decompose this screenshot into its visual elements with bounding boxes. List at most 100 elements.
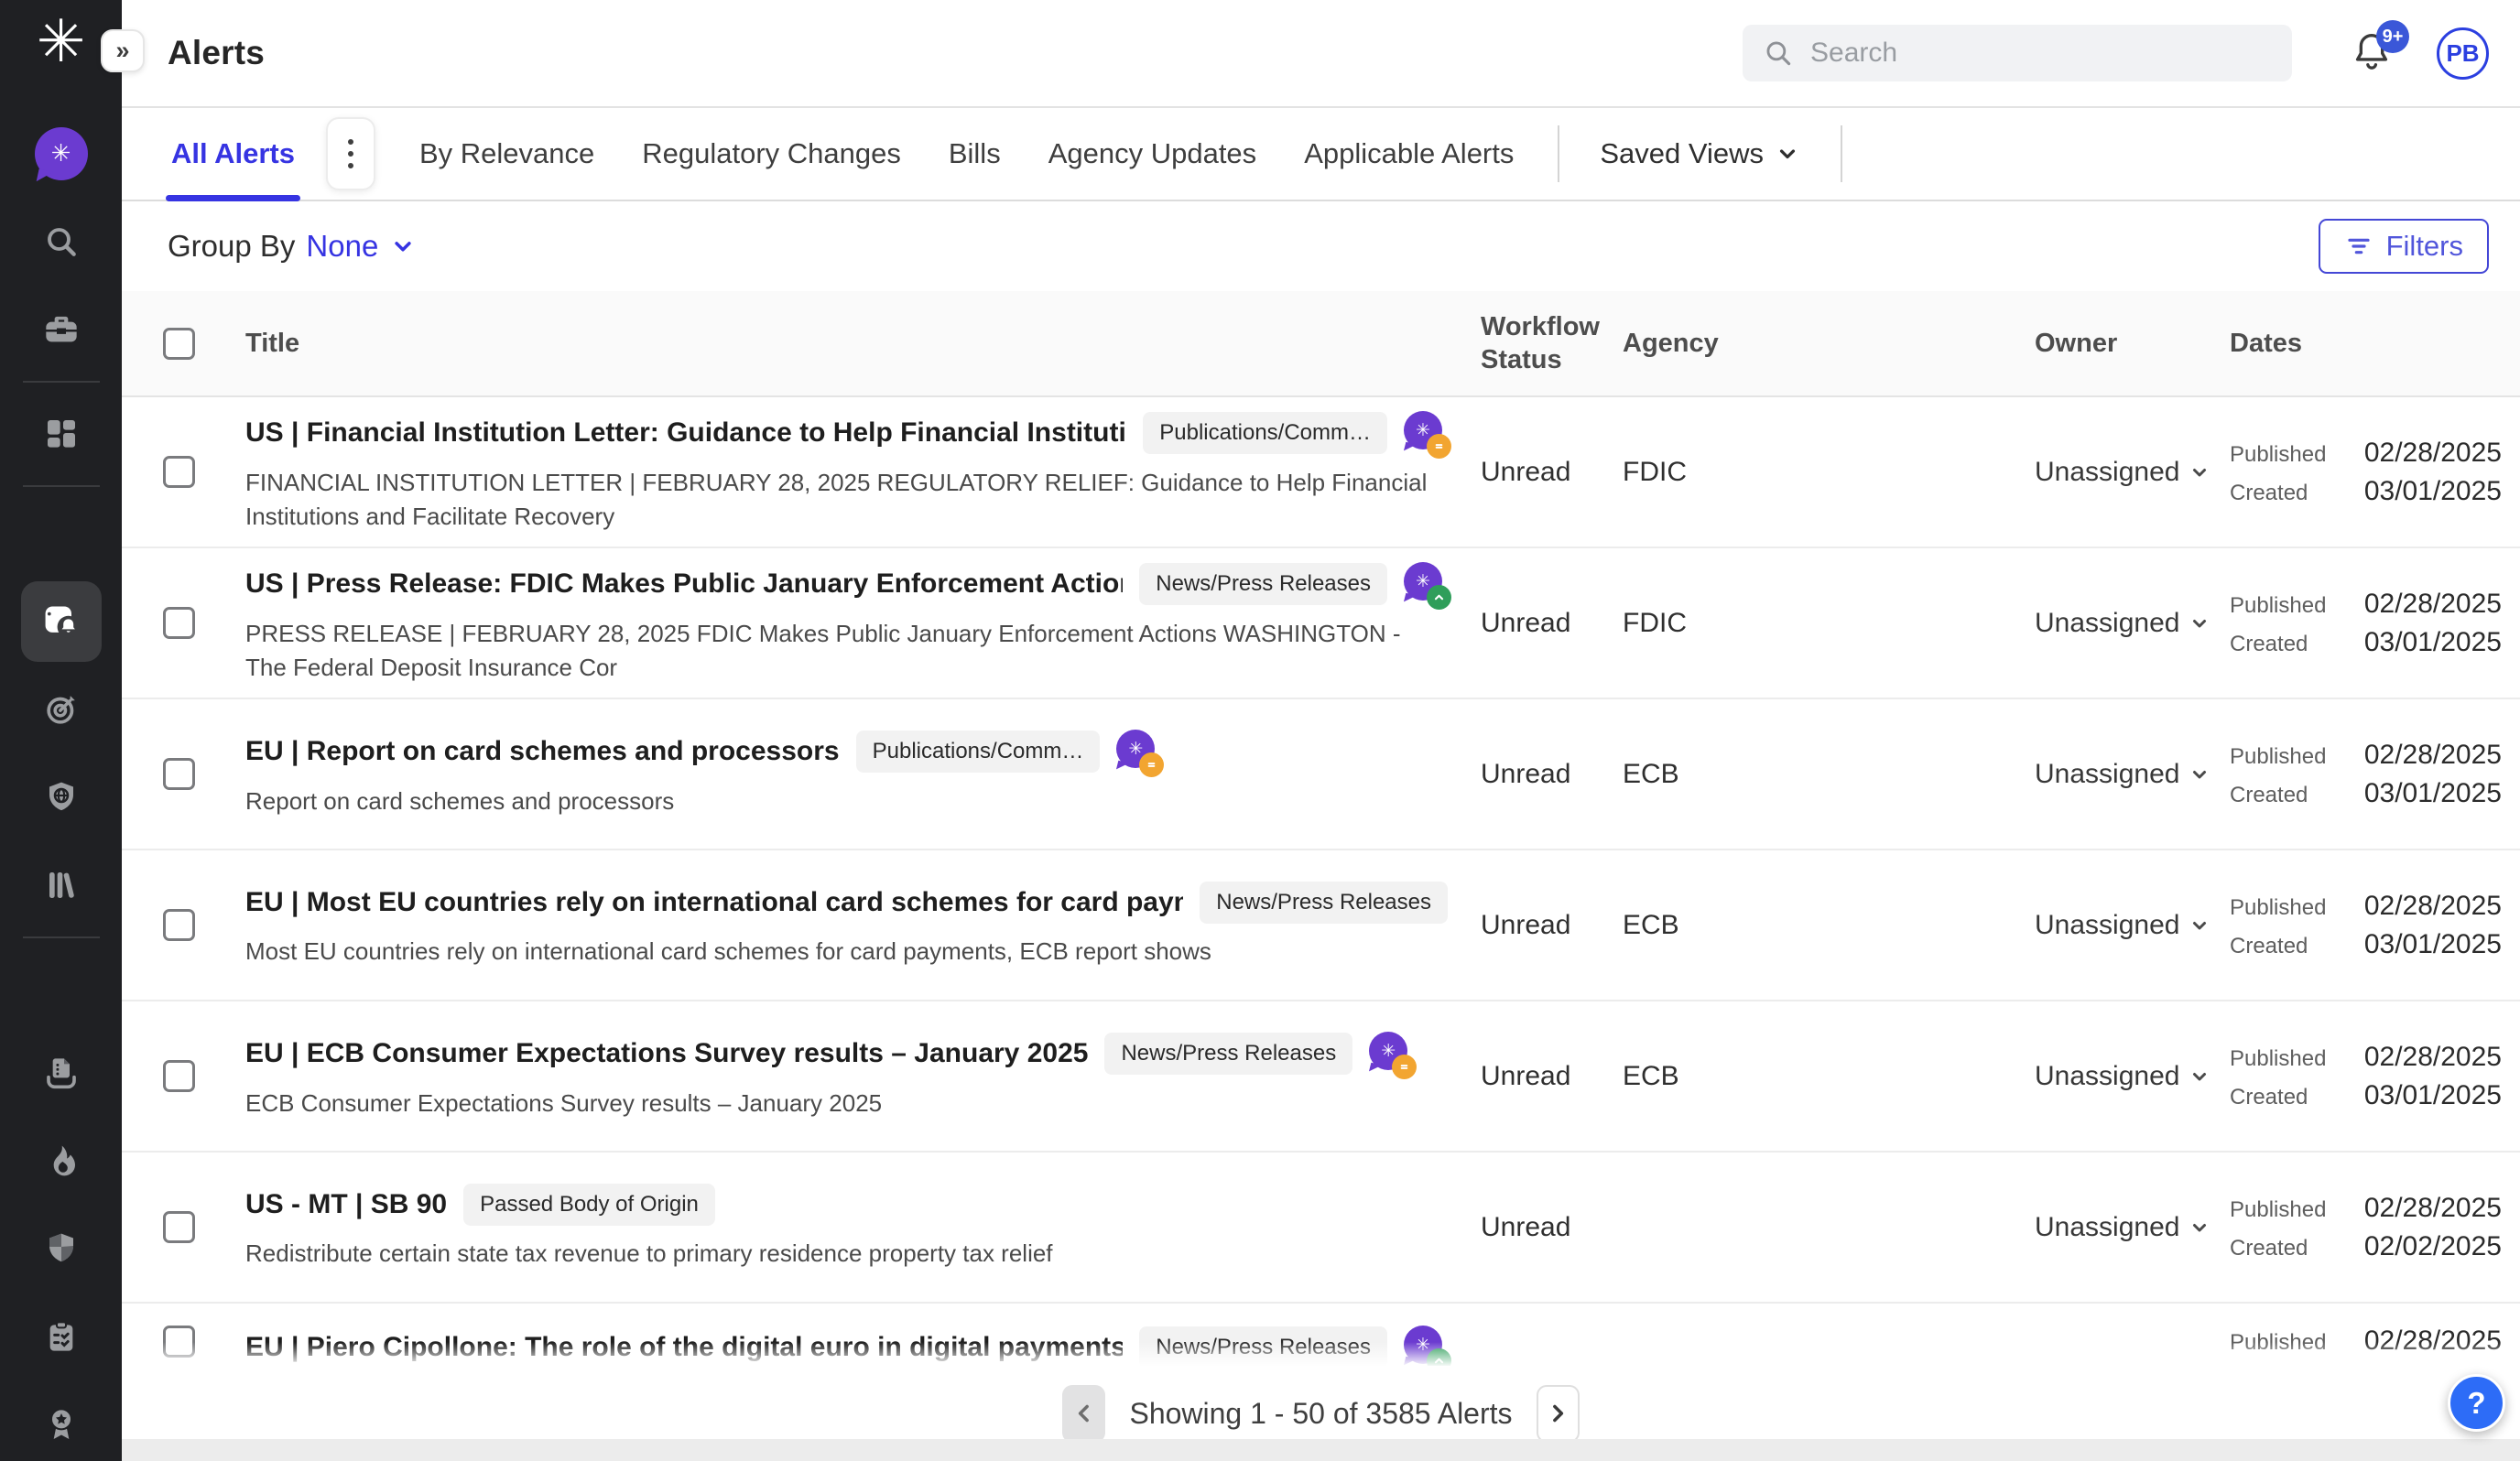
notifications-button[interactable]: 9+ <box>2349 27 2396 79</box>
table-row[interactable]: EU | Most EU countries rely on internati… <box>122 850 2520 1001</box>
filters-button[interactable]: Filters <box>2319 219 2489 274</box>
select-all-checkbox[interactable] <box>163 328 195 360</box>
sidebar-item-target-goal[interactable] <box>22 666 101 753</box>
created-date-line: Created 02/02/2025 <box>2230 1231 2502 1262</box>
alert-title[interactable]: EU | Report on card schemes and processo… <box>245 736 840 767</box>
ai-assistant-icon: ✳ <box>1116 730 1160 774</box>
tab-options-menu-button[interactable] <box>326 117 375 190</box>
owner-dropdown[interactable]: Unassigned <box>2035 1061 2230 1092</box>
sidebar-item-badge-star[interactable] <box>22 1380 101 1461</box>
chevron-down-icon <box>389 233 417 260</box>
sidebar-nav: ✳ <box>0 110 122 1461</box>
badge-star-icon <box>43 1406 80 1443</box>
search-input[interactable] <box>1809 37 2272 70</box>
dates-cell: Published 02/28/2025 Created 02/02/2025 <box>2230 1193 2502 1262</box>
agency-value: ECB <box>1623 759 1679 789</box>
table-row[interactable]: US | Financial Institution Letter: Guida… <box>122 397 2520 548</box>
sidebar-item-flame[interactable] <box>22 1117 101 1205</box>
column-workflow-status[interactable]: Workflow Status <box>1481 310 1623 377</box>
previous-page-button[interactable] <box>1062 1385 1105 1443</box>
owner-dropdown[interactable]: Unassigned <box>2035 759 2230 790</box>
tabs-strip: All Alerts By Relevance Regulatory Changes… <box>168 108 1842 200</box>
filters-label: Filters <box>2386 230 2463 263</box>
table-row[interactable]: EU | Report on card schemes and processo… <box>122 699 2520 850</box>
owner-dropdown[interactable]: Unassigned <box>2035 608 2230 639</box>
sidebar-item-alerts-inbox[interactable] <box>21 581 102 662</box>
alert-title[interactable]: EU | ECB Consumer Expectations Survey re… <box>245 1038 1088 1069</box>
sidebar-expand-button[interactable]: » <box>101 29 145 72</box>
tabs-bar: All Alerts By Relevance Regulatory Changes… <box>122 108 2520 201</box>
chevron-down-icon <box>1775 141 1800 167</box>
sidebar-item-briefcase[interactable] <box>22 286 101 373</box>
owner-value: Unassigned <box>2035 457 2179 488</box>
alert-title[interactable]: US - MT | SB 90 <box>245 1189 447 1220</box>
alert-summary: PRESS RELEASE | FEBRUARY 28, 2025 FDIC M… <box>245 617 1448 684</box>
user-avatar[interactable]: PB <box>2437 27 2489 80</box>
help-button[interactable]: ? <box>2448 1374 2505 1432</box>
sidebar-item-dashboard-grid[interactable] <box>22 390 101 478</box>
tab-all-alerts[interactable]: All Alerts <box>168 108 299 200</box>
agency-value: ECB <box>1623 910 1679 940</box>
published-date-line: Published 02/28/2025 <box>2230 438 2502 469</box>
alert-title[interactable]: US | Press Release: FDIC Makes Public Ja… <box>245 568 1123 600</box>
owner-dropdown[interactable]: Unassigned <box>2035 457 2230 488</box>
ai-assistant-icon: ✳ <box>1369 1032 1413 1076</box>
tab-regulatory-changes[interactable]: Regulatory Changes <box>638 108 905 200</box>
sidebar-item-shield-globe[interactable] <box>22 753 101 841</box>
chevron-down-icon <box>2189 763 2210 785</box>
next-page-button[interactable] <box>1537 1385 1580 1443</box>
row-checkbox[interactable] <box>163 1211 195 1243</box>
tab-bills[interactable]: Bills <box>945 108 1005 200</box>
row-checkbox[interactable] <box>163 456 195 488</box>
sidebar-item-shield-quartered[interactable] <box>22 1205 101 1293</box>
row-checkbox[interactable] <box>163 909 195 941</box>
notification-count-badge: 9+ <box>2376 20 2409 53</box>
global-search[interactable] <box>1743 25 2292 81</box>
saved-views-dropdown[interactable]: Saved Views <box>1600 137 1800 170</box>
sidebar-item-clipboard-checklist[interactable] <box>22 1293 101 1380</box>
owner-value: Unassigned <box>2035 759 2179 790</box>
tab-by-relevance[interactable]: By Relevance <box>416 108 598 200</box>
owner-dropdown[interactable]: Unassigned <box>2035 1212 2230 1243</box>
app-root: ✳ ✳ » Alerts 9+ PB <box>0 0 2520 1461</box>
owner-value: Unassigned <box>2035 1212 2179 1243</box>
sidebar-item-search[interactable] <box>22 198 101 286</box>
tab-applicable-alerts[interactable]: Applicable Alerts <box>1300 108 1517 200</box>
column-owner[interactable]: Owner <box>2035 327 2230 360</box>
horizontal-scrollbar[interactable] <box>122 1439 2520 1461</box>
row-checkbox[interactable] <box>163 758 195 790</box>
row-checkbox[interactable] <box>163 607 195 639</box>
flame-icon <box>43 1142 80 1179</box>
alert-type-tag: Publications/Comm… <box>856 730 1101 773</box>
alert-title[interactable]: US | Financial Institution Letter: Guida… <box>245 417 1126 449</box>
top-bar: Alerts 9+ PB <box>122 0 2520 108</box>
workflow-status-value: Unread <box>1481 1212 1570 1242</box>
alert-summary: Most EU countries rely on international … <box>245 935 1448 968</box>
sidebar-item-library-books[interactable] <box>22 841 101 929</box>
alert-type-tag: News/Press Releases <box>1104 1033 1352 1075</box>
column-title[interactable]: Title <box>245 327 1481 360</box>
table-row[interactable]: EU | ECB Consumer Expectations Survey re… <box>122 1001 2520 1153</box>
agency-value: FDIC <box>1623 457 1687 487</box>
library-books-icon <box>43 867 80 904</box>
search-icon <box>1763 38 1794 69</box>
column-dates[interactable]: Dates <box>2230 327 2502 360</box>
owner-dropdown[interactable]: Unassigned <box>2035 910 2230 941</box>
sidebar-item-document-tray[interactable] <box>22 1029 101 1117</box>
alert-summary: ECB Consumer Expectations Survey results… <box>245 1087 1448 1120</box>
alerts-list: US | Financial Institution Letter: Guida… <box>122 397 2520 1461</box>
table-row[interactable]: US | Press Release: FDIC Makes Public Ja… <box>122 548 2520 699</box>
pagination-status: Showing 1 - 50 of 3585 Alerts <box>1129 1397 1512 1431</box>
alert-summary: FINANCIAL INSTITUTION LETTER | FEBRUARY … <box>245 466 1448 533</box>
column-agency[interactable]: Agency <box>1623 327 2035 360</box>
sidebar: ✳ ✳ <box>0 0 122 1461</box>
alert-title[interactable]: EU | Most EU countries rely on internati… <box>245 887 1183 918</box>
owner-value: Unassigned <box>2035 1061 2179 1092</box>
group-by-dropdown[interactable]: Group By None <box>168 229 417 264</box>
tab-agency-updates[interactable]: Agency Updates <box>1045 108 1260 200</box>
search-icon <box>43 223 80 260</box>
ai-assistant-icon: ✳ <box>1404 562 1448 606</box>
sidebar-item-assistant-chat[interactable]: ✳ <box>22 110 101 198</box>
row-checkbox[interactable] <box>163 1060 195 1092</box>
table-row[interactable]: US - MT | SB 90 Passed Body of Origin Re… <box>122 1153 2520 1304</box>
